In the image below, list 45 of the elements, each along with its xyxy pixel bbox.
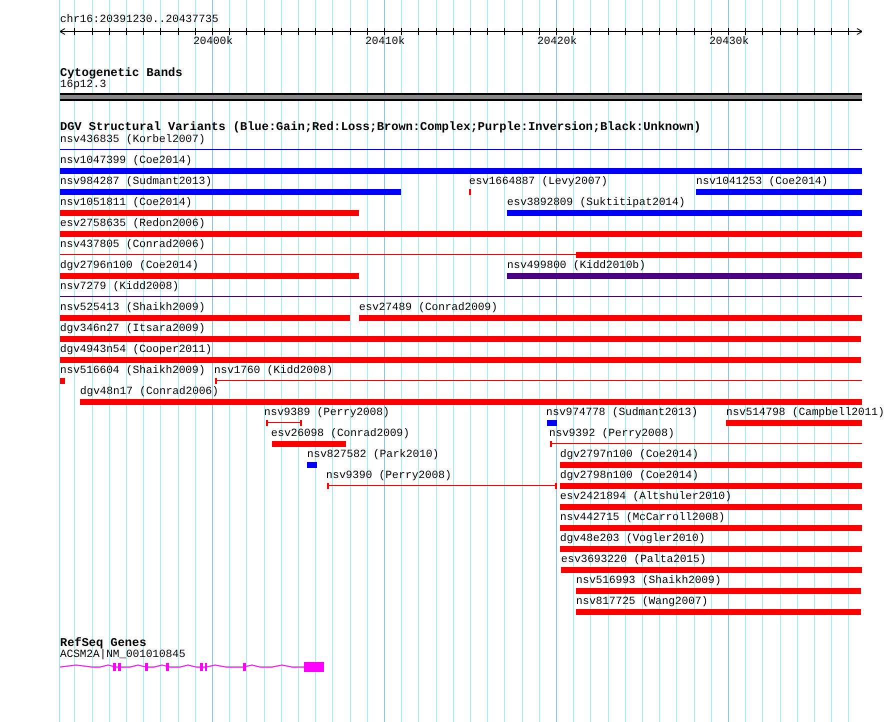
track-title: DGV Structural Variants (Blue:Gain;Red:Loss;Brown:Complex;Purple:Inversion;Black:Unknown) (60, 121, 701, 133)
ruler-tick-label: 20430k (709, 36, 749, 48)
variant-label[interactable]: nsv514798 (Campbell2011) (726, 408, 884, 419)
variant-label[interactable]: nsv1047399 (Coe2014) (60, 156, 192, 167)
variant-label[interactable]: nsv516993 (Shaikh2009) (576, 576, 722, 587)
variant-label[interactable]: esv27489 (Conrad2009) (359, 303, 498, 314)
variant-label[interactable]: esv2758635 (Redon2006) (60, 219, 206, 230)
variant-label[interactable]: dgv48n17 (Conrad2006) (80, 387, 219, 398)
ruler-tick-label: 20410k (365, 36, 405, 48)
variant-label[interactable]: nsv9392 (Perry2008) (549, 429, 674, 440)
variant-label[interactable]: nsv442715 (McCarroll2008) (560, 513, 726, 524)
variant-label[interactable]: nsv817725 (Wang2007) (576, 597, 708, 608)
variant-label[interactable]: esv26098 (Conrad2009) (271, 429, 410, 440)
variant-label[interactable]: dgv346n27 (Itsara2009) (60, 324, 206, 335)
variant-label[interactable]: nsv1041253 (Coe2014) (696, 177, 828, 188)
variant-label[interactable]: nsv9390 (Perry2008) (326, 471, 452, 482)
variant-label[interactable]: nsv7279 (Kidd2008) (60, 282, 179, 293)
position-label: chr16:20391230..20437735 (60, 14, 218, 26)
variant-label[interactable]: dgv2798n100 (Coe2014) (560, 471, 699, 482)
variant-label[interactable]: esv3892809 (Suktitipat2014) (507, 198, 686, 209)
variant-label[interactable]: dgv2796n100 (Coe2014) (60, 261, 199, 272)
ruler-tick-label: 20420k (537, 36, 577, 48)
variant-label[interactable]: nsv525413 (Shaikh2009) (60, 303, 206, 314)
variant-label[interactable]: esv1664887 (Levy2007) (469, 177, 608, 188)
variant-bracket (266, 420, 302, 426)
variant-label[interactable]: nsv1760 (Kidd2008) (214, 366, 333, 377)
variant-label[interactable]: nsv516604 (Shaikh2009) (60, 366, 206, 377)
variant-label[interactable]: nsv9389 (Perry2008) (264, 408, 390, 419)
variant-label[interactable]: nsv974778 (Sudmant2013) (546, 408, 698, 419)
variant-label[interactable]: nsv1051811 (Coe2014) (60, 198, 192, 209)
variant-label[interactable]: nsv437805 (Conrad2006) (60, 240, 206, 251)
variant-label[interactable]: esv3693220 (Palta2015) (561, 555, 706, 566)
variant-label[interactable]: dgv48e203 (Vogler2010) (560, 534, 706, 545)
variant-label[interactable]: dgv2797n100 (Coe2014) (560, 450, 699, 461)
gene-label[interactable]: ACSM2A|NM_001010845 (60, 650, 186, 661)
variant-label[interactable]: nsv984287 (Sudmant2013) (60, 177, 212, 188)
variant-label[interactable]: nsv827582 (Park2010) (307, 450, 440, 461)
variant-label[interactable]: dgv4943n54 (Cooper2011) (60, 345, 212, 356)
track-title: RefSeq Genes (60, 637, 146, 649)
ruler-tick-label: 20400k (193, 36, 233, 48)
variant-label[interactable]: nsv436835 (Korbel2007) (60, 135, 206, 146)
band-label: 16p12.3 (60, 80, 106, 91)
variant-label[interactable]: esv2421894 (Altshuler2010) (560, 492, 732, 503)
track-title: Cytogenetic Bands (60, 67, 182, 79)
variant-label[interactable]: nsv499800 (Kidd2010b) (507, 261, 646, 272)
